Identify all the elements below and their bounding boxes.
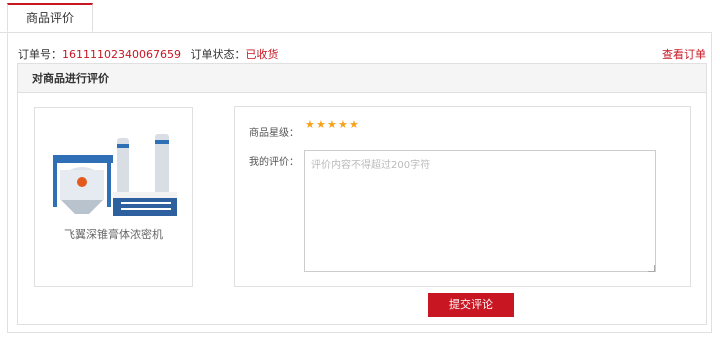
rating-label: 商品星级：	[249, 128, 299, 139]
order-status-label: 订单状态：	[190, 48, 246, 61]
star-rating[interactable]: ★ ★ ★ ★ ★	[305, 119, 359, 130]
tab-bar: 商品评价	[0, 0, 712, 33]
submit-review-button[interactable]: 提交评论	[428, 293, 514, 317]
comment-input[interactable]	[304, 150, 656, 272]
resize-handle-icon[interactable]	[648, 265, 655, 272]
star-icon[interactable]: ★	[338, 119, 348, 130]
product-image	[53, 134, 177, 216]
star-icon[interactable]: ★	[305, 119, 315, 130]
star-icon[interactable]: ★	[349, 119, 359, 130]
order-info: 订单号：16111102340067659 订单状态：已收货	[18, 46, 278, 62]
view-order-link[interactable]: 查看订单	[662, 46, 706, 62]
star-icon[interactable]: ★	[327, 119, 337, 130]
star-icon[interactable]: ★	[316, 119, 326, 130]
product-card: 飞翼深锥膏体浓密机	[34, 107, 193, 287]
product-name: 飞翼深锥膏体浓密机	[64, 228, 163, 241]
order-status: 已收货	[245, 48, 279, 61]
order-number: 16111102340067659	[62, 48, 181, 61]
tab-product-review[interactable]: 商品评价	[7, 3, 93, 32]
comment-label: 我的评价：	[249, 157, 299, 168]
order-number-label: 订单号：	[18, 48, 62, 61]
section-title: 对商品进行评价	[18, 64, 706, 93]
tab-label: 商品评价	[25, 11, 74, 25]
